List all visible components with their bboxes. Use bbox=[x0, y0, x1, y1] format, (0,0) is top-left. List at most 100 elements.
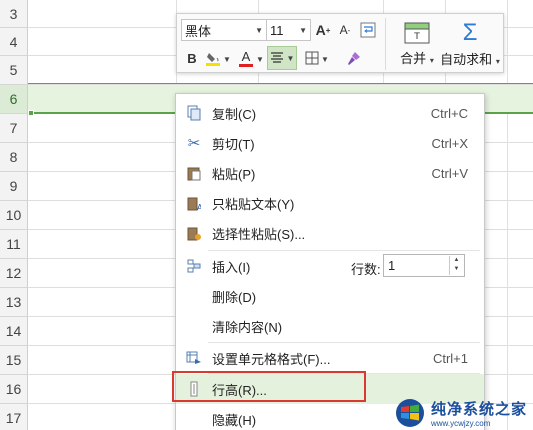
rows-count-value: 1 bbox=[388, 258, 396, 273]
menu-item-insert[interactable]: 插入(I) 行数: 1 ▲ ▼ bbox=[176, 251, 484, 281]
windows-logo-icon bbox=[396, 398, 424, 427]
align-center-icon bbox=[270, 52, 283, 63]
format-painter-icon[interactable] bbox=[345, 48, 363, 68]
row-header[interactable]: 10 bbox=[0, 201, 28, 230]
menu-item-paste-special[interactable]: 选择性粘贴(S)... bbox=[176, 218, 484, 248]
chevron-down-icon[interactable]: ▼ bbox=[223, 52, 231, 66]
toolbar-divider bbox=[385, 18, 386, 70]
annotation-highlight-box bbox=[172, 371, 366, 402]
row-header[interactable]: 16 bbox=[0, 375, 28, 404]
menu-item-shortcut: Ctrl+V bbox=[431, 165, 468, 181]
row-header[interactable]: 13 bbox=[0, 288, 28, 317]
menu-item-label: 复制(C) bbox=[212, 106, 257, 122]
menu-item-shortcut: Ctrl+C bbox=[430, 105, 468, 121]
chevron-down-icon: ▼ bbox=[255, 25, 263, 35]
row-header-selected[interactable]: 6 bbox=[0, 85, 28, 114]
watermark-url: www.ycwjzy.com bbox=[431, 418, 491, 428]
svg-text:A: A bbox=[197, 203, 201, 211]
rows-count-label: 行数: bbox=[351, 262, 381, 277]
menu-item-label: 删除(D) bbox=[212, 289, 257, 305]
row-header[interactable]: 4 bbox=[0, 28, 28, 56]
menu-item-paste-text[interactable]: A 只粘贴文本(Y) bbox=[176, 188, 484, 218]
borders-icon[interactable] bbox=[303, 48, 321, 68]
menu-item-label: 粘贴(P) bbox=[212, 166, 256, 182]
font-name-select[interactable]: 黑体 ▼ bbox=[181, 19, 267, 41]
stepper-arrows[interactable]: ▲ ▼ bbox=[449, 256, 463, 275]
row-number: 9 bbox=[9, 178, 18, 194]
row-number: 12 bbox=[5, 265, 22, 281]
menu-item-label: 清除内容(N) bbox=[212, 319, 283, 335]
watermark: 纯净系统之家 www.ycwjzy.com bbox=[395, 395, 533, 430]
sigma-icon: Σ bbox=[462, 18, 478, 46]
row-number: 4 bbox=[9, 33, 18, 50]
scissors-icon: ✂ bbox=[187, 135, 201, 152]
row-header[interactable]: 11 bbox=[0, 230, 28, 259]
menu-item-shortcut: Ctrl+1 bbox=[432, 350, 468, 366]
font-color-swatch bbox=[239, 63, 253, 67]
menu-item-label: 设置单元格格式(F)... bbox=[212, 351, 331, 367]
bold-label: B bbox=[187, 50, 197, 66]
paste-special-icon bbox=[186, 225, 202, 241]
autosum-label: 自动求和 bbox=[440, 51, 493, 67]
chevron-up-icon[interactable]: ▲ bbox=[450, 256, 463, 265]
watermark-title: 纯净系统之家 bbox=[431, 400, 528, 418]
row-number: 10 bbox=[5, 207, 22, 223]
chevron-down-icon[interactable]: ▼ bbox=[256, 52, 264, 66]
row-number: 11 bbox=[6, 236, 21, 252]
chevron-down-icon[interactable]: ▼ bbox=[450, 265, 463, 274]
decrease-font-icon[interactable]: A- bbox=[336, 20, 354, 40]
format-cells-icon bbox=[186, 350, 202, 366]
menu-item-label: 剪切(T) bbox=[212, 136, 255, 152]
chevron-down-icon: ▼ bbox=[286, 53, 295, 63]
row-number: 8 bbox=[9, 149, 18, 165]
row-number: 7 bbox=[9, 120, 18, 136]
menu-item-delete[interactable]: 删除(D) bbox=[176, 281, 484, 311]
autosum-button[interactable]: Σ 自动求和 ▾ bbox=[435, 18, 505, 70]
copy-icon bbox=[186, 105, 202, 121]
row-header[interactable]: 5 bbox=[0, 56, 28, 85]
font-name-value: 黑体 bbox=[185, 23, 212, 39]
paste-icon bbox=[186, 165, 202, 181]
menu-item-shortcut: Ctrl+X bbox=[431, 135, 468, 151]
menu-item-copy[interactable]: 复制(C) Ctrl+C bbox=[176, 98, 484, 128]
row-header[interactable]: 3 bbox=[0, 0, 28, 28]
wrap-text-icon[interactable] bbox=[359, 20, 377, 40]
menu-item-paste[interactable]: 粘贴(P) Ctrl+V bbox=[176, 158, 484, 188]
insert-row-icon bbox=[186, 258, 202, 274]
menu-item-label: 插入(I) bbox=[212, 259, 251, 275]
merge-label: 合并 bbox=[400, 50, 427, 66]
chevron-down-icon[interactable]: ▼ bbox=[321, 52, 329, 66]
font-color-label: A bbox=[241, 48, 251, 64]
align-center-button[interactable]: ▼ bbox=[267, 46, 297, 70]
fill-color-icon[interactable] bbox=[204, 48, 222, 68]
menu-item-label: 只粘贴文本(Y) bbox=[212, 196, 295, 212]
row-header[interactable]: 15 bbox=[0, 346, 28, 375]
row-header[interactable]: 9 bbox=[0, 172, 28, 201]
paste-text-icon: A bbox=[186, 195, 202, 211]
menu-item-format-cells[interactable]: 设置单元格格式(F)... Ctrl+1 bbox=[176, 343, 484, 373]
row-number: 15 bbox=[5, 352, 22, 368]
font-size-value: 11 bbox=[270, 22, 284, 38]
row-number: 14 bbox=[5, 323, 22, 339]
row-number: 6 bbox=[9, 91, 18, 107]
row-header[interactable]: 8 bbox=[0, 143, 28, 172]
row-number: 3 bbox=[9, 5, 18, 22]
font-color-icon[interactable]: A bbox=[237, 48, 255, 68]
row-number: 13 bbox=[5, 294, 22, 310]
row-header[interactable]: 7 bbox=[0, 114, 28, 143]
menu-item-clear-contents[interactable]: 清除内容(N) bbox=[176, 311, 484, 341]
menu-item-cut[interactable]: ✂ 剪切(T) Ctrl+X bbox=[176, 128, 484, 158]
chevron-down-icon: ▼ bbox=[299, 25, 307, 35]
row-number: 17 bbox=[5, 410, 22, 426]
row-number: 16 bbox=[5, 381, 22, 397]
increase-font-icon[interactable]: A + bbox=[314, 20, 332, 40]
row-header[interactable]: 12 bbox=[0, 259, 28, 288]
rows-count-stepper[interactable]: 1 ▲ ▼ bbox=[383, 254, 465, 277]
menu-item-label: 选择性粘贴(S)... bbox=[212, 226, 306, 242]
svg-text:T: T bbox=[413, 32, 420, 42]
row-number: 5 bbox=[9, 62, 18, 78]
font-size-select[interactable]: 11 ▼ bbox=[266, 19, 311, 41]
row-header[interactable]: 14 bbox=[0, 317, 28, 346]
row-header[interactable]: 17 bbox=[0, 404, 28, 430]
bold-icon[interactable]: B bbox=[183, 48, 201, 68]
